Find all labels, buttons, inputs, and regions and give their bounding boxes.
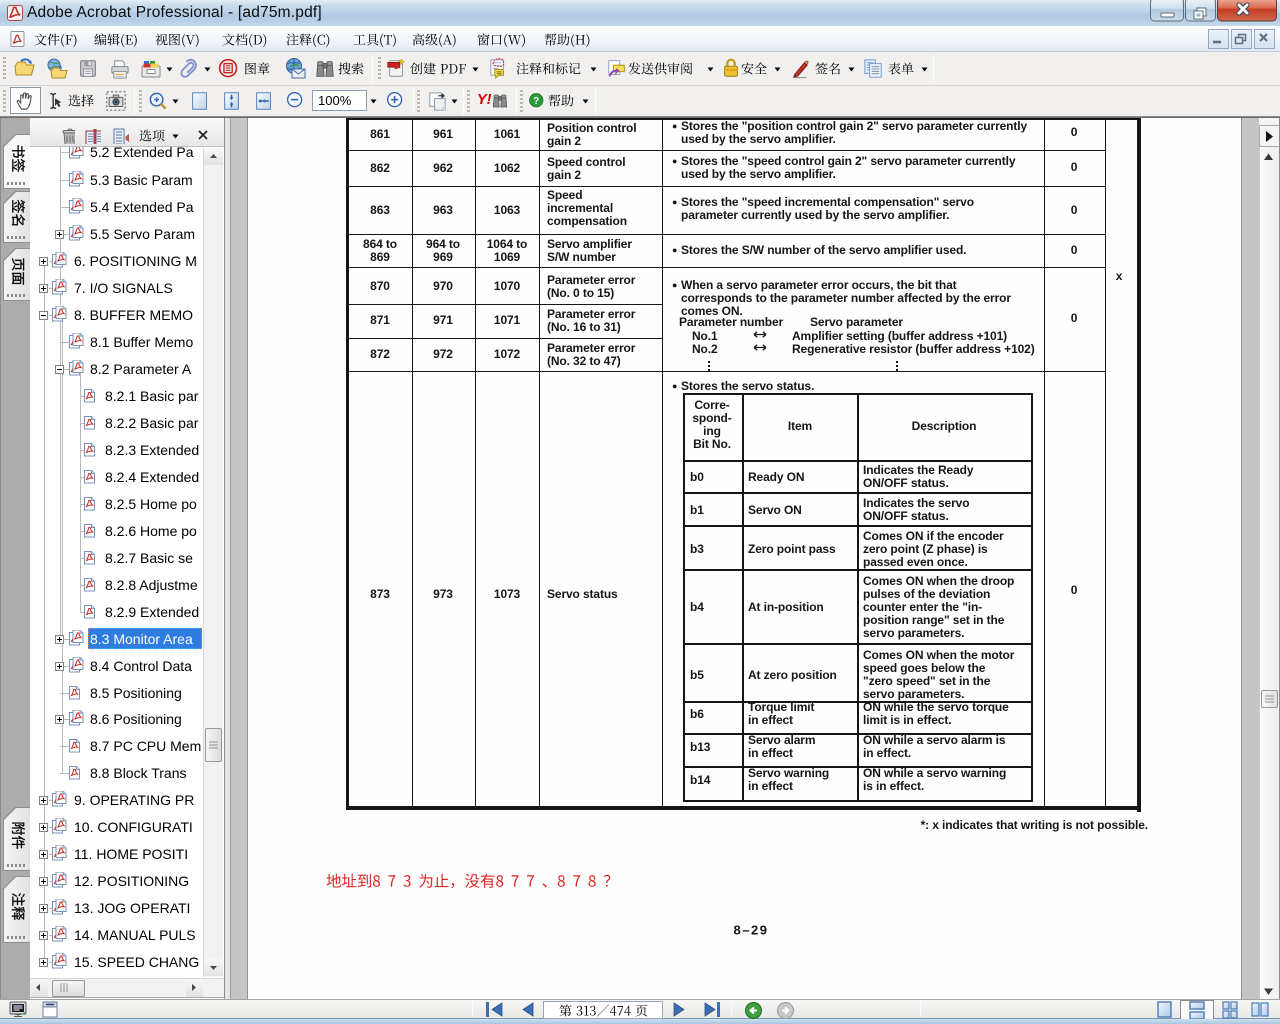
svg-text:?: ? <box>533 96 539 107</box>
